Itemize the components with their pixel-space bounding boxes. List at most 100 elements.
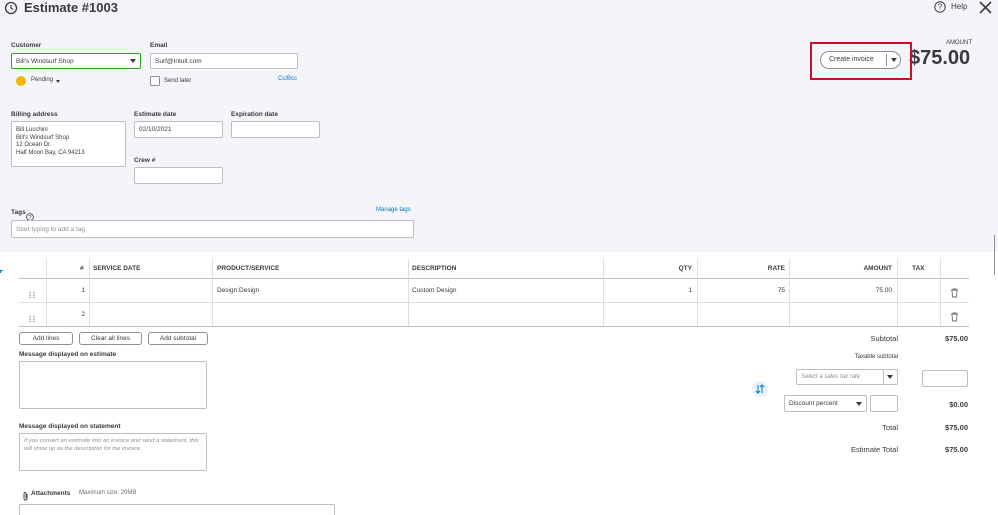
discount-input[interactable]: [870, 395, 898, 412]
table-row-divider: [19, 302, 969, 303]
table-bottom-divider: [19, 326, 969, 327]
tags-placeholder: Start typing to add a tag: [16, 225, 86, 233]
drag-handle-icon[interactable]: [28, 286, 36, 299]
header-product: PRODUCT/SERVICE: [217, 265, 280, 272]
email-field[interactable]: Surf@Intuit.com: [150, 53, 298, 69]
header-qty: QTY: [678, 265, 692, 272]
email-value: Surf@Intuit.com: [155, 57, 202, 65]
row-num: 1: [81, 287, 85, 294]
col-divider: [408, 259, 409, 326]
svg-text:?: ?: [938, 3, 943, 12]
swap-icon[interactable]: [752, 381, 768, 397]
add-subtotal-button[interactable]: Add subtotal: [148, 332, 208, 345]
customer-select[interactable]: Bill's Windsurf Shop: [11, 53, 141, 69]
create-invoice-chevron-icon[interactable]: [891, 58, 897, 62]
create-invoice-button[interactable]: Create invoice: [820, 51, 901, 69]
left-edge-marker: [0, 270, 3, 273]
drag-handle-icon[interactable]: [28, 310, 36, 323]
subtotal-label: Subtotal: [870, 334, 898, 343]
row-description[interactable]: Custom Design: [412, 287, 456, 294]
header-amount: AMOUNT: [863, 265, 892, 272]
create-invoice-label: Create invoice: [829, 56, 874, 63]
header-num: #: [80, 265, 84, 272]
billing-address-field[interactable]: Bill Lucchini Bill's Windsurf Shop 12 Oc…: [11, 121, 126, 167]
email-label: Email: [150, 42, 168, 49]
tags-input[interactable]: Start typing to add a tag: [11, 220, 414, 238]
billing-line: Bill Lucchini: [16, 127, 48, 133]
statement-message-field[interactable]: If you convert an estimate into an invoi…: [19, 433, 207, 471]
row-qty[interactable]: 1: [670, 287, 692, 294]
amount-value: $75.00: [909, 47, 971, 69]
chevron-down-icon: [887, 375, 893, 379]
estimate-date-field[interactable]: 02/10/2021: [134, 121, 223, 138]
split-divider: [886, 54, 887, 66]
customer-label: Customer: [11, 42, 42, 49]
col-divider: [697, 259, 698, 326]
discount-label: Discount percent: [789, 400, 838, 407]
row-num: 2: [81, 311, 85, 318]
col-divider: [789, 259, 790, 326]
header-service-date: SERVICE DATE: [93, 265, 141, 272]
send-later-label: Send later: [164, 78, 192, 84]
ccbcc-link[interactable]: Cc/Bcc: [278, 76, 297, 82]
status-badge[interactable]: Pending: [31, 77, 53, 83]
col-divider: [940, 259, 941, 326]
billing-line: 12 Ocean Dr.: [16, 142, 52, 149]
clear-lines-button[interactable]: Clear all lines: [79, 332, 142, 345]
billing-line: Bill's Windsurf Shop: [16, 134, 70, 141]
tax-rate-placeholder: Select a sales tax rate: [801, 374, 861, 380]
row-rate[interactable]: 75: [760, 287, 785, 294]
info-icon[interactable]: ?: [26, 208, 34, 221]
attachments-dropzone[interactable]: [19, 504, 335, 515]
billing-line: Half Moon Bay, CA 94213: [16, 149, 85, 156]
help-icon[interactable]: ?: [934, 0, 946, 13]
page-title: Estimate #1003: [24, 0, 118, 15]
taxable-subtotal-label: Taxable subtotal: [854, 354, 898, 360]
tax-amount-field[interactable]: [922, 370, 968, 387]
col-divider: [46, 259, 47, 326]
col-divider: [897, 259, 898, 326]
manage-tags-link[interactable]: Manage tags: [376, 207, 411, 213]
chevron-down-icon: [856, 402, 862, 406]
estimate-message-field[interactable]: [19, 361, 207, 409]
close-icon[interactable]: [978, 0, 993, 15]
estimate-date-value: 02/10/2021: [139, 126, 172, 133]
send-later-checkbox[interactable]: [150, 76, 160, 86]
paperclip-icon: [22, 488, 29, 501]
estimate-total-label: Estimate Total: [851, 445, 898, 454]
estimate-total-value: $75.00: [945, 445, 968, 454]
row-amount[interactable]: 75.00: [855, 287, 892, 294]
estimate-date-label: Estimate date: [134, 111, 177, 118]
subtotal-value: $75.00: [945, 334, 968, 343]
tax-rate-select[interactable]: Select a sales tax rate: [796, 369, 898, 385]
crew-label: Crew #: [134, 157, 156, 164]
statement-placeholder: If you convert an estimate into an invoi…: [24, 438, 199, 452]
status-chevron-icon[interactable]: [56, 80, 60, 83]
trash-icon[interactable]: [950, 285, 959, 298]
history-icon[interactable]: [4, 1, 18, 15]
trash-icon[interactable]: [950, 309, 959, 322]
crew-field[interactable]: [134, 167, 223, 184]
discount-value: $0.00: [949, 400, 968, 409]
right-edge-marker: [994, 235, 995, 275]
pending-icon: [16, 76, 26, 86]
table-header-divider: [19, 278, 969, 279]
discount-type-select[interactable]: Discount percent: [784, 395, 867, 412]
header-tax: TAX: [912, 265, 925, 272]
customer-value: Bill's Windsurf Shop: [16, 57, 74, 65]
expiration-date-label: Expiration date: [231, 111, 278, 118]
add-lines-button[interactable]: Add lines: [19, 332, 73, 345]
chevron-down-icon: [130, 59, 136, 63]
col-divider: [212, 259, 213, 326]
expiration-date-field[interactable]: [231, 121, 320, 138]
billing-label: Billing address: [11, 111, 58, 118]
help-label[interactable]: Help: [951, 2, 967, 11]
row-product[interactable]: Design:Design: [217, 287, 259, 294]
estimate-message-label: Message displayed on estimate: [19, 351, 117, 358]
header-rate: RATE: [767, 265, 785, 272]
amount-label: AMOUNT: [946, 40, 972, 46]
col-divider: [603, 259, 604, 326]
col-divider: [89, 259, 90, 326]
select-divider: [883, 370, 884, 384]
total-label: Total: [882, 423, 898, 432]
